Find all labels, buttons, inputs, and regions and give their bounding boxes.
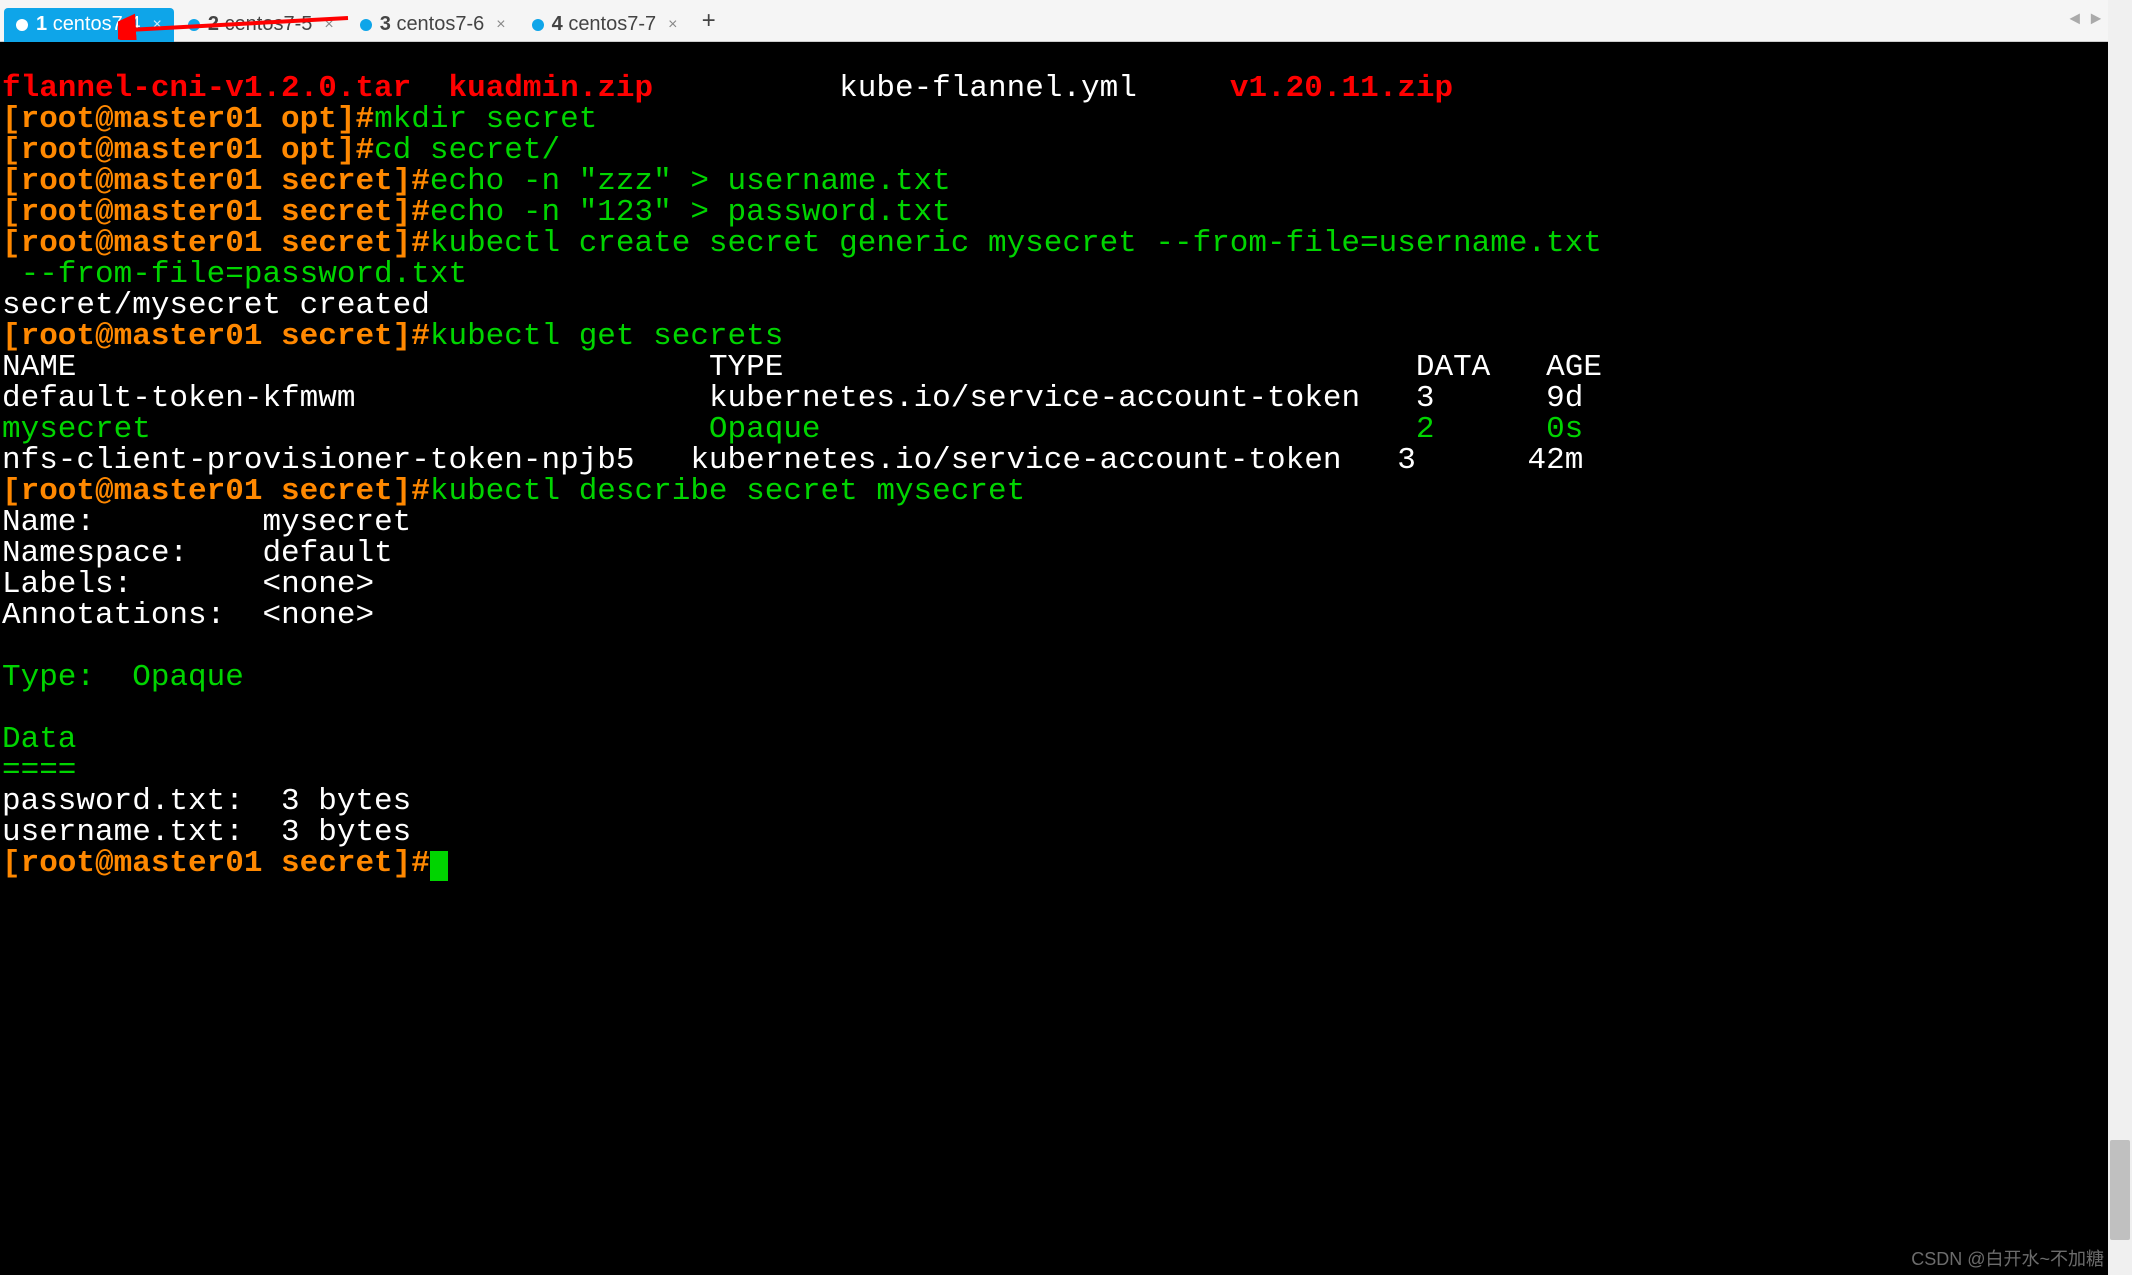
status-dot-icon [188,19,200,31]
tab-centos7-5[interactable]: 2 centos7-5 × [176,8,346,42]
tab-number: 4 [552,13,563,35]
table-row-highlighted: mysecret Opaque 2 0s [2,412,1583,447]
tab-number: 1 [36,13,47,35]
watermark-text: CSDN @白开水~不加糖 [1911,1245,2104,1271]
describe-line: Namespace: default [2,536,393,571]
describe-type: Type: Opaque [2,660,244,695]
table-row: default-token-kfmwm kubernetes.io/servic… [2,381,1583,416]
describe-line: Name: mysecret [2,505,411,540]
cursor-icon [430,851,448,881]
describe-data-sep: ==== [2,753,76,788]
describe-data-header: Data [2,722,76,757]
shell-prompt: [root@master01 secret]# [2,474,430,509]
command-text: kubectl get secrets [430,319,783,354]
shell-prompt: [root@master01 secret]# [2,319,430,354]
tab-centos7-7[interactable]: 4 centos7-7 × [520,8,690,42]
status-dot-icon [360,19,372,31]
tab-label: centos7-4 [53,13,141,35]
shell-prompt: [root@master01 secret]# [2,226,430,261]
file-name: v1.20.11.zip [1230,71,1453,106]
tab-label: centos7-7 [568,13,656,35]
file-name: kuadmin.zip [449,71,654,106]
tab-number: 3 [380,13,391,35]
shell-prompt: [root@master01 secret]# [2,195,430,230]
output-text: secret/mysecret created [2,288,430,323]
status-dot-icon [16,19,28,31]
shell-prompt: [root@master01 secret]# [2,164,430,199]
tab-label: centos7-5 [225,13,313,35]
tab-bar: 1 centos7-4 × 2 centos7-5 × 3 centos7-6 … [0,0,2132,42]
command-text: mkdir secret [374,102,597,137]
status-dot-icon [532,19,544,31]
command-text: kubectl describe secret mysecret [430,474,1025,509]
table-row: nfs-client-provisioner-token-npjb5 kuber… [2,443,1583,478]
describe-data-item: username.txt: 3 bytes [2,815,411,850]
close-icon[interactable]: × [324,16,333,34]
tab-label: centos7-6 [396,13,484,35]
describe-line: Labels: <none> [2,567,374,602]
add-tab-button[interactable]: + [692,5,726,40]
shell-prompt: [root@master01 opt]# [2,133,374,168]
shell-prompt: [root@master01 opt]# [2,102,374,137]
command-text: kubectl create secret generic mysecret -… [430,226,1602,261]
next-tab-icon[interactable]: ► [2090,10,2101,32]
file-name: flannel-cni-v1.2.0.tar [2,71,411,106]
tab-centos7-4[interactable]: 1 centos7-4 × [4,8,174,42]
shell-prompt: [root@master01 secret]# [2,846,430,881]
terminal-output[interactable]: flannel-cni-v1.2.0.tar kuadmin.zip kube-… [0,42,2132,1275]
command-text: echo -n "zzz" > username.txt [430,164,951,199]
prev-tab-icon[interactable]: ◄ [2070,10,2081,32]
tab-centos7-6[interactable]: 3 centos7-6 × [348,8,518,42]
close-icon[interactable]: × [668,16,677,34]
command-text: cd secret/ [374,133,560,168]
scrollbar-thumb[interactable] [2110,1140,2130,1240]
command-text: echo -n "123" > password.txt [430,195,951,230]
table-header: NAME TYPE DATA AGE [2,350,1602,385]
command-continuation: --from-file=password.txt [2,257,467,292]
close-icon[interactable]: × [153,16,162,34]
describe-data-item: password.txt: 3 bytes [2,784,411,819]
file-name: kube-flannel.yml [839,71,1137,106]
close-icon[interactable]: × [496,16,505,34]
tab-number: 2 [208,13,219,35]
vertical-scrollbar[interactable] [2108,0,2132,1275]
describe-line: Annotations: <none> [2,598,374,633]
